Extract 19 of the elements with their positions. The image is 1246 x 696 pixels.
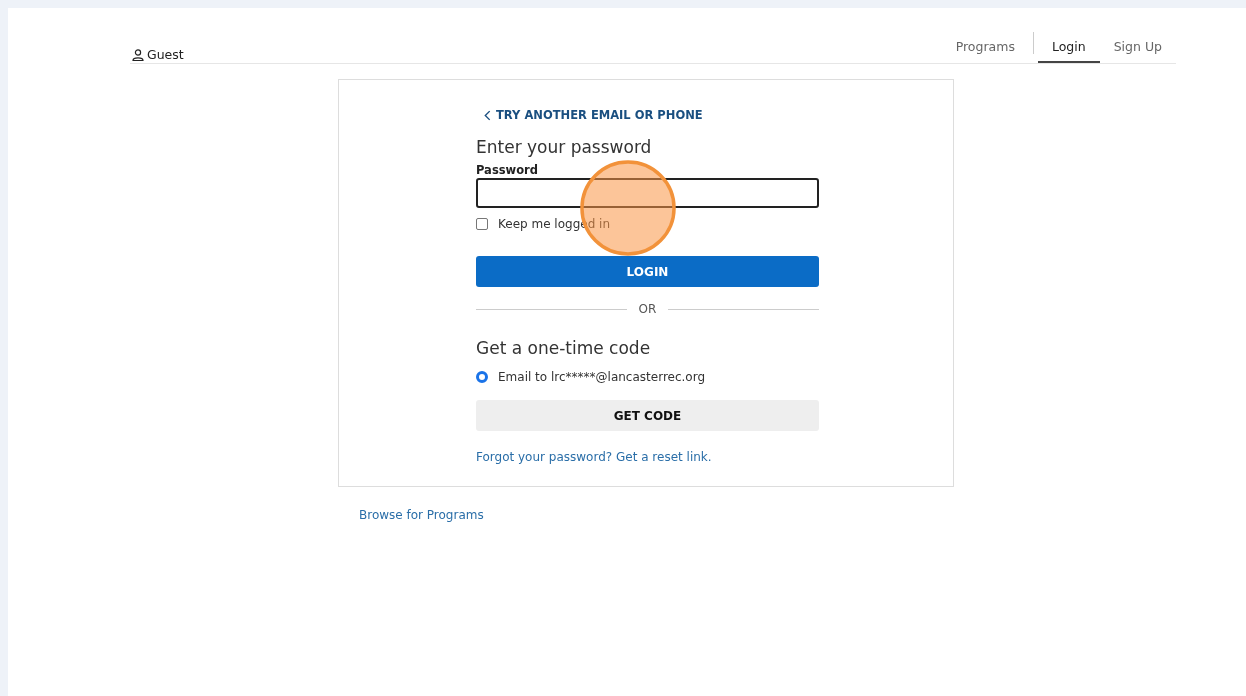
login-button[interactable]: LOGIN xyxy=(476,256,819,287)
nav-link[interactable]: Programs xyxy=(941,39,1029,63)
reset-link[interactable]: Forgot your password? Get a reset link. xyxy=(476,450,819,464)
password-label: Password xyxy=(476,163,539,177)
back-link[interactable]: TRY ANOTHER EMAIL OR PHONE xyxy=(484,108,819,122)
radio-button[interactable] xyxy=(476,371,488,383)
radio-label: Email to lrc*****@lancasterrec.org xyxy=(498,370,706,384)
section-title: Get a one-time code xyxy=(476,338,652,358)
get-code-button[interactable]: GET CODE xyxy=(476,400,819,431)
browse-link[interactable]: Browse for Programs xyxy=(359,508,484,522)
form-title: Enter your password xyxy=(476,137,653,157)
divider-text: OR xyxy=(638,302,657,316)
user-icon xyxy=(132,48,144,61)
chevron-left-icon xyxy=(484,109,491,121)
password-field[interactable] xyxy=(476,178,819,208)
nav-link[interactable]: Sign Up xyxy=(1099,39,1176,63)
nav-link[interactable]: Login xyxy=(1037,39,1100,63)
checkbox[interactable] xyxy=(476,218,488,230)
user-name: Guest xyxy=(147,47,184,62)
